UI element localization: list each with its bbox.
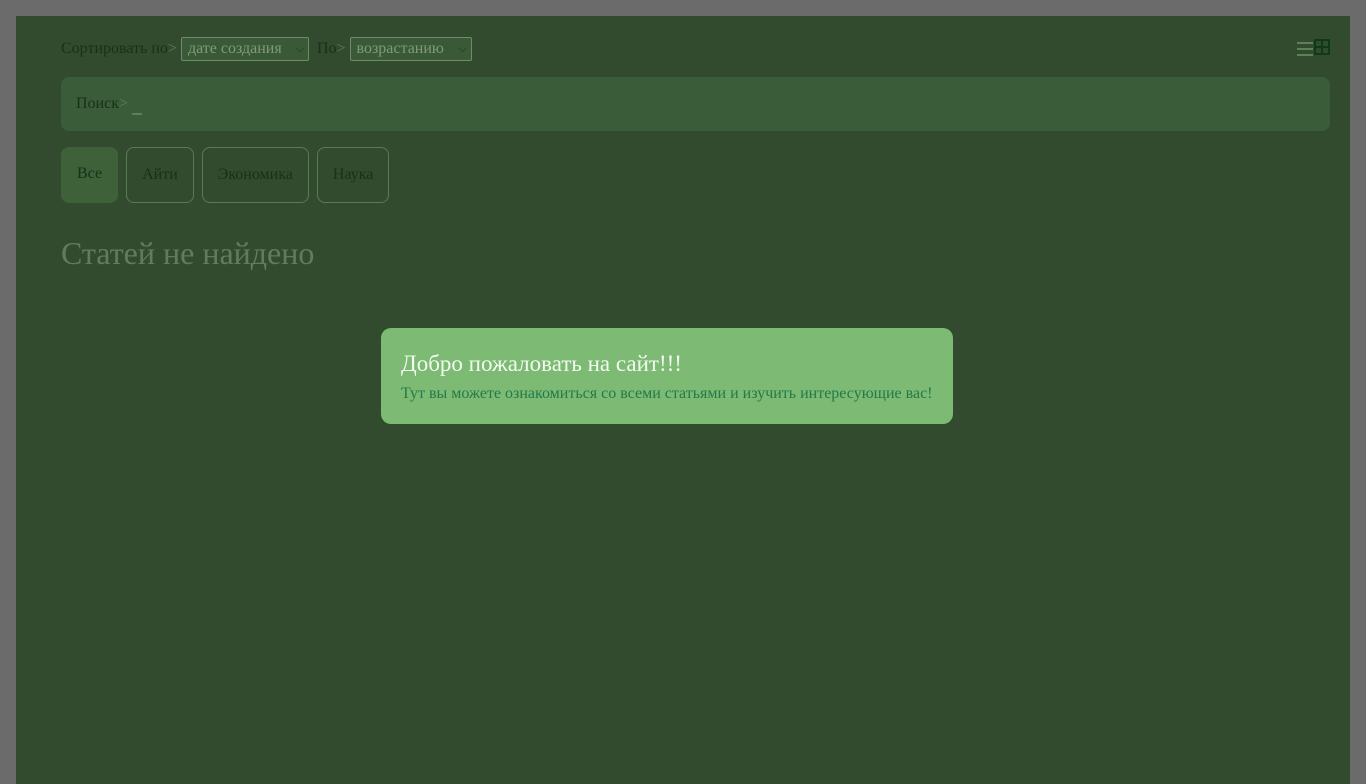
search-label: Поиск (76, 95, 119, 112)
sort-label: Сортировать по (61, 40, 168, 57)
filter-science-button[interactable]: Наука (316, 147, 390, 203)
chevron-down-icon: ⌵ (295, 42, 304, 55)
search-arrow: > (119, 95, 129, 112)
order-label: По (316, 40, 337, 57)
search-bar: Поиск > (61, 77, 1330, 131)
grid-view-icon[interactable] (1314, 39, 1330, 55)
list-view-icon[interactable] (1297, 42, 1313, 56)
sort-field-select[interactable]: дате создания ⌵ (180, 37, 309, 61)
chevron-down-icon: ⌵ (458, 42, 467, 55)
welcome-modal[interactable]: Добро пожаловать на сайт!!! Тут вы может… (381, 328, 953, 424)
filter-economy-button[interactable]: Экономика (201, 147, 309, 203)
category-filters: Все Айти Экономика Наука (61, 147, 397, 203)
welcome-modal-text: Тут вы можете ознакомиться со всеми стат… (401, 385, 933, 402)
empty-results-message: Статей не найдено (61, 235, 315, 271)
welcome-modal-title: Добро пожаловать на сайт!!! (401, 351, 682, 376)
view-toggle (1297, 38, 1330, 56)
sort-arrow: > (167, 40, 177, 57)
order-arrow: > (336, 40, 346, 57)
filter-it-button[interactable]: Айти (126, 147, 194, 203)
search-input[interactable] (132, 101, 143, 115)
filter-all-button[interactable]: Все (61, 147, 119, 203)
sort-field-value: дате создания (187, 40, 282, 57)
sort-order-value: возрастанию (356, 40, 444, 57)
sort-toolbar: Сортировать по > дате создания ⌵ По > во… (61, 37, 472, 61)
sort-order-select[interactable]: возрастанию ⌵ (349, 37, 472, 61)
